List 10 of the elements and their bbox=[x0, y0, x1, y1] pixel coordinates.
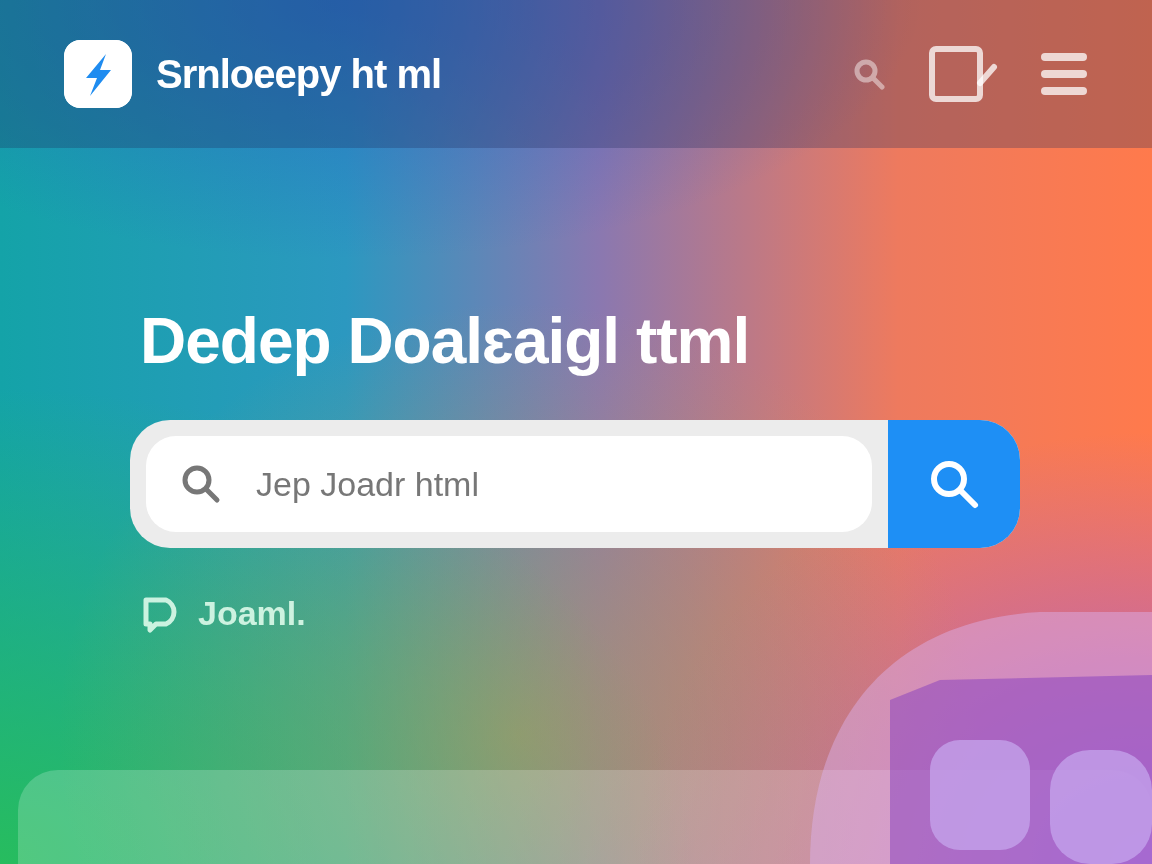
link[interactable]: Joaml. bbox=[198, 588, 306, 640]
search-icon[interactable] bbox=[852, 57, 886, 91]
search-icon bbox=[180, 463, 222, 506]
search-field[interactable]: Jep Joadr html bbox=[146, 436, 872, 533]
hero-heading: Dedep Doalɛaigl ttml bbox=[140, 306, 751, 377]
search-button[interactable] bbox=[888, 420, 1020, 549]
menu-icon[interactable] bbox=[1040, 51, 1088, 97]
site-title: Srnloeepy ht ml bbox=[156, 51, 442, 98]
lightning-bolt-icon[interactable] bbox=[64, 40, 132, 108]
edit-icon[interactable] bbox=[928, 45, 998, 103]
